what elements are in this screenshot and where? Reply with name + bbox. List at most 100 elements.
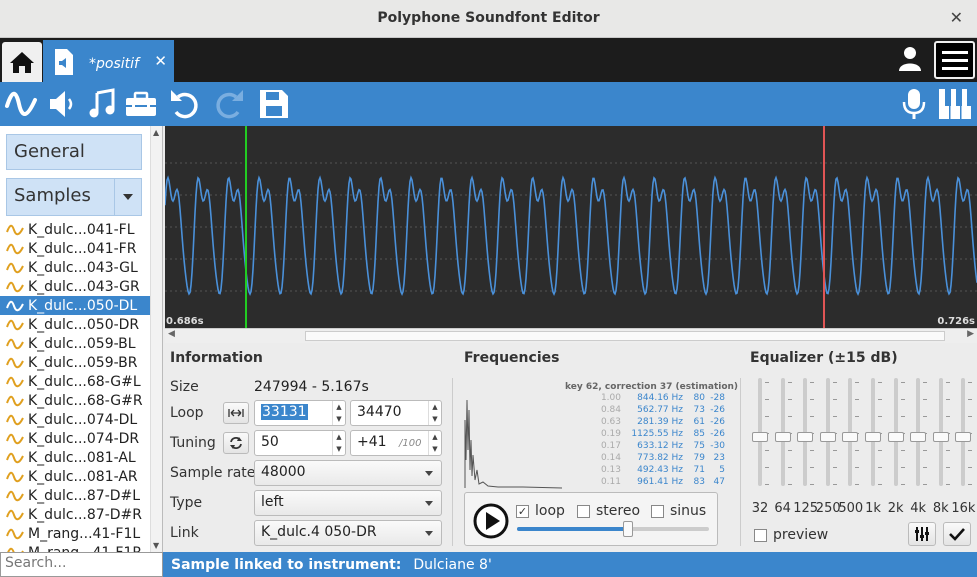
list-item[interactable]: K_dulc...081-AR: [0, 467, 150, 486]
loop-start-spinner[interactable]: ▲ ▼: [332, 401, 345, 425]
volume-slider[interactable]: [517, 521, 709, 537]
list-item[interactable]: K_dulc...87-D#L: [0, 486, 150, 505]
play-icon[interactable]: [473, 503, 509, 539]
list-item[interactable]: K_dulc...041-FL: [0, 220, 150, 239]
list-item[interactable]: K_dulc...081-AL: [0, 448, 150, 467]
loop-start-value: 33131: [261, 404, 308, 420]
waveform-scrollbar[interactable]: ◀ ▶: [165, 328, 977, 343]
frequency: 1125.55 Hz: [631, 429, 683, 439]
eq-slider-125[interactable]: [795, 378, 815, 488]
link-value: K_dulc.4 050-DR: [261, 524, 377, 540]
microphone-icon[interactable]: [900, 88, 928, 120]
music-note-icon[interactable]: [88, 88, 116, 120]
list-item[interactable]: K_dulc...050-DL: [0, 296, 150, 315]
eq-slider-32[interactable]: [750, 378, 770, 488]
list-item[interactable]: K_dulc...050-DR: [0, 315, 150, 334]
ratio: 0.17: [600, 441, 621, 451]
equalizer-apply-button[interactable]: [943, 522, 971, 546]
size-label: Size: [170, 379, 199, 395]
undo-icon[interactable]: [168, 88, 202, 120]
list-item[interactable]: M_rang...41-F1L: [0, 524, 150, 543]
redo-icon[interactable]: [212, 88, 246, 120]
search-input[interactable]: Search...: [0, 552, 163, 577]
list-item[interactable]: K_dulc...059-BL: [0, 334, 150, 353]
loop-tool-button[interactable]: [223, 402, 249, 424]
speaker-icon[interactable]: [48, 88, 76, 120]
loop-end-input[interactable]: 34470 ▲ ▼: [350, 400, 442, 426]
sample-wave-icon: [6, 433, 24, 445]
type-select[interactable]: left: [254, 490, 442, 516]
menu-button[interactable]: [934, 41, 975, 79]
sample-icon[interactable]: [4, 88, 38, 120]
preview-checkbox[interactable]: preview: [754, 527, 828, 543]
list-item[interactable]: K_dulc...059-BR: [0, 353, 150, 372]
stereo-checkbox[interactable]: stereo: [577, 503, 640, 519]
sample-rate-select[interactable]: 48000: [254, 460, 442, 486]
tuning-semitones-input[interactable]: 50 ▲ ▼: [254, 430, 346, 456]
equalizer-reset-button[interactable]: [908, 522, 936, 546]
sinus-checkbox[interactable]: sinus: [651, 503, 706, 519]
status-value: Dulciane 8': [413, 557, 492, 573]
tuning-semitones-spinner[interactable]: ▲ ▼: [332, 431, 345, 455]
save-icon[interactable]: [258, 88, 290, 120]
close-tab-icon[interactable]: ✕: [154, 52, 167, 70]
information-heading: Information: [170, 350, 263, 366]
loop-end-spinner[interactable]: ▲ ▼: [428, 401, 441, 425]
tree-scrollbar[interactable]: ▲ ▼: [150, 126, 162, 552]
tuning-cents-input[interactable]: +41 /100 ▲ ▼: [350, 430, 442, 456]
list-item[interactable]: K_dulc...074-DL: [0, 410, 150, 429]
soundfont-file-icon: [55, 49, 73, 75]
frequency: 492.43 Hz: [637, 465, 683, 475]
general-button[interactable]: General: [6, 134, 142, 170]
list-item[interactable]: K_dulc...074-DR: [0, 429, 150, 448]
loop-checkbox[interactable]: ✓ loop: [516, 503, 565, 519]
tuning-cents-spinner[interactable]: ▲ ▼: [428, 431, 441, 455]
sample-wave-icon: [6, 281, 24, 293]
tuning-tool-button[interactable]: [223, 432, 249, 454]
size-value: 247994 - 5.167s: [254, 379, 369, 395]
correction: 47: [713, 477, 725, 487]
eq-slider-4k[interactable]: [908, 378, 928, 488]
eq-slider-16k[interactable]: [953, 378, 973, 488]
list-item[interactable]: K_dulc...043-GR: [0, 277, 150, 296]
frequency: 773.82 Hz: [637, 453, 683, 463]
table-row: 0.11 961.41 Hz 83 47: [565, 476, 730, 488]
list-item[interactable]: K_dulc...87-D#R: [0, 505, 150, 524]
list-item[interactable]: K_dulc...68-G#L: [0, 372, 150, 391]
ratio: 0.63: [600, 417, 621, 427]
correction: -30: [710, 441, 725, 451]
samples-button[interactable]: Samples: [6, 178, 142, 216]
piano-icon[interactable]: [938, 88, 972, 120]
sample-wave-icon: [6, 471, 24, 483]
eq-slider-64[interactable]: [773, 378, 793, 488]
link-select[interactable]: K_dulc.4 050-DR: [254, 520, 442, 546]
eq-band-label: 125: [793, 501, 819, 516]
correction: 23: [713, 453, 725, 463]
list-item[interactable]: K_dulc...68-G#R: [0, 391, 150, 410]
sample-name: K_dulc...87-D#R: [28, 506, 142, 523]
waveform-view[interactable]: 0.686s 0.726s: [165, 126, 977, 328]
home-button[interactable]: [2, 42, 42, 82]
tuning-semitones-value: 50: [261, 434, 279, 450]
tab-label: *positif: [89, 56, 139, 72]
list-item[interactable]: M_rang...41-F1R: [0, 543, 150, 552]
list-item[interactable]: K_dulc...041-FR: [0, 239, 150, 258]
eq-slider-500[interactable]: [840, 378, 860, 488]
eq-slider-8k[interactable]: [931, 378, 951, 488]
tab-bar: *positif ✕: [0, 38, 977, 82]
eq-slider-2k[interactable]: [886, 378, 906, 488]
close-window-icon[interactable]: ✕: [950, 8, 963, 27]
sample-wave-icon: [6, 414, 24, 426]
user-icon: [899, 47, 921, 71]
user-button[interactable]: [898, 46, 922, 76]
sample-rate-label: Sample rate: [170, 465, 256, 481]
list-item[interactable]: K_dulc...043-GL: [0, 258, 150, 277]
scrollbar-thumb[interactable]: [305, 331, 945, 341]
tab-positif[interactable]: *positif ✕: [43, 40, 174, 82]
toolbox-icon[interactable]: [124, 88, 158, 120]
eq-slider-1k[interactable]: [863, 378, 883, 488]
samples-dropdown-button[interactable]: [114, 179, 141, 215]
eq-slider-250[interactable]: [818, 378, 838, 488]
loop-start-input[interactable]: 33131 ▲ ▼: [254, 400, 346, 426]
loop-end-value: 34470: [357, 404, 402, 420]
